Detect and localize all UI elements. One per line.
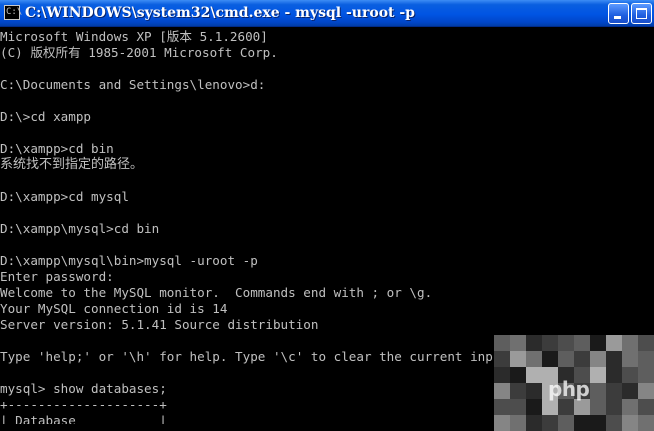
maximize-icon [636, 8, 647, 19]
mosaic-cell [606, 351, 622, 367]
mosaic-cell [622, 351, 638, 367]
console-line: mysql> show databases; [0, 381, 167, 396]
mosaic-cell [590, 399, 606, 415]
mosaic-cell [494, 367, 510, 383]
console-line: | Database | [0, 413, 167, 424]
console-line: +--------------------+ [0, 397, 167, 412]
console-line: D:\xampp>cd bin [0, 141, 114, 156]
mosaic-cell [510, 383, 526, 399]
mosaic-cell [510, 335, 526, 351]
mosaic-cell [558, 415, 574, 431]
cmd-icon-glyph: C:\ [6, 7, 23, 17]
minimize-icon [614, 16, 621, 19]
cmd-icon[interactable]: C:\ [4, 5, 23, 20]
mosaic-cell [622, 399, 638, 415]
mosaic-cell [574, 351, 590, 367]
console-line: 系统找不到指定的路径。 [0, 157, 144, 172]
console-line: (C) 版权所有 1985-2001 Microsoft Corp. [0, 45, 278, 60]
mosaic-cell [606, 383, 622, 399]
mosaic-cell [526, 415, 542, 431]
mosaic-cell [542, 335, 558, 351]
mosaic-cell [558, 399, 574, 415]
mosaic-cell [526, 399, 542, 415]
maximize-button[interactable] [631, 3, 652, 24]
console-line: Welcome to the MySQL monitor. Commands e… [0, 285, 433, 300]
mosaic-cell [574, 415, 590, 431]
mosaic-cell [622, 383, 638, 399]
mosaic-cell [590, 335, 606, 351]
mosaic-cell [638, 351, 654, 367]
mosaic-cell [542, 399, 558, 415]
mosaic-cell [606, 415, 622, 431]
mosaic-cell [622, 335, 638, 351]
console-line: Server version: 5.1.41 Source distributi… [0, 317, 319, 332]
mosaic-cell [558, 335, 574, 351]
mosaic-cell [622, 367, 638, 383]
mosaic-cell [638, 367, 654, 383]
window-title: C:\WINDOWS\system32\cmd.exe - mysql -uro… [25, 5, 415, 21]
minimize-button[interactable] [608, 3, 629, 24]
mosaic-cell [606, 367, 622, 383]
mosaic-cell [542, 415, 558, 431]
mosaic-cell [606, 399, 622, 415]
mosaic-cell [638, 399, 654, 415]
mosaic-cell [590, 383, 606, 399]
title-bar[interactable]: C:\ C:\WINDOWS\system32\cmd.exe - mysql … [0, 0, 654, 27]
console-line: D:\xampp\mysql>cd bin [0, 221, 160, 236]
mosaic-cell [558, 351, 574, 367]
mosaic-cell [590, 351, 606, 367]
mosaic-cell [590, 367, 606, 383]
mosaic-cell [638, 335, 654, 351]
mosaic-cell [526, 351, 542, 367]
mosaic-cell [494, 335, 510, 351]
mosaic-cell [526, 367, 542, 383]
console-line: D:\xampp>cd mysql [0, 189, 129, 204]
mosaic-cell [574, 335, 590, 351]
mosaic-cell [526, 383, 542, 399]
mosaic-cell [638, 383, 654, 399]
console-line: Microsoft Windows XP [版本 5.1.2600] [0, 29, 268, 44]
mosaic-cell [622, 415, 638, 431]
mosaic-cell [510, 367, 526, 383]
mosaic-cell [590, 415, 606, 431]
mosaic-cell [526, 335, 542, 351]
mosaic-cell [494, 415, 510, 431]
console-line: D:\xampp\mysql\bin>mysql -uroot -p [0, 253, 258, 268]
mosaic-cell [494, 399, 510, 415]
mosaic-cell [510, 399, 526, 415]
console-line: Enter password: [0, 269, 114, 284]
mosaic-cell [574, 399, 590, 415]
mosaic-cell [494, 351, 510, 367]
mosaic-cell [542, 351, 558, 367]
mosaic-cell [606, 335, 622, 351]
mosaic-cell [494, 383, 510, 399]
mosaic-cell [510, 351, 526, 367]
console-line: C:\Documents and Settings\lenovo>d: [0, 77, 266, 92]
mosaic-cell [510, 415, 526, 431]
console-line: Your MySQL connection id is 14 [0, 301, 228, 316]
php-watermark: php [548, 377, 590, 401]
console-line: D:\>cd xampp [0, 109, 91, 124]
mosaic-cell [638, 415, 654, 431]
